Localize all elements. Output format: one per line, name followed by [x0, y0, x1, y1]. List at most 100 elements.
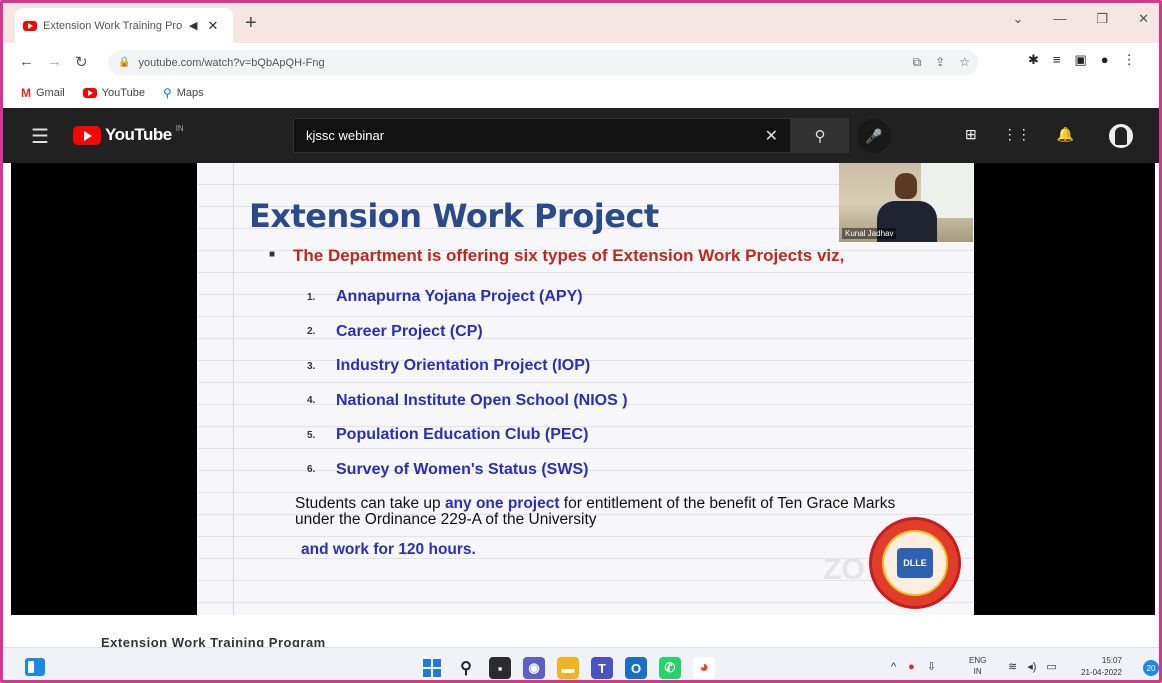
presenter-name: Kunal Jadhav	[842, 228, 897, 239]
project-item: 4. National Institute Open School (NIOS )	[307, 384, 628, 419]
search-icon: ⚲	[814, 127, 826, 145]
project-name: Annapurna Yojana Project (APY)	[336, 288, 583, 306]
project-item: 1. Annapurna Yojana Project (APY)	[307, 280, 628, 315]
task-view-icon[interactable]: ▪	[489, 657, 511, 679]
youtube-header-actions: ⊞ ⋮⋮ 🔔	[965, 126, 1074, 143]
video-player[interactable]: Extension Work Project ■ The Department …	[11, 163, 1155, 615]
bullet-icon: ■	[269, 249, 276, 260]
extensions-puzzle-icon[interactable]: ✱	[1028, 52, 1039, 68]
tab-close-button[interactable]: ✕	[207, 18, 218, 34]
wifi-icon[interactable]: ≋	[1008, 660, 1017, 673]
bookmark-maps[interactable]: ⚲ Maps	[163, 86, 204, 100]
clock[interactable]: 15:07 21-04-2022	[1081, 655, 1122, 679]
tab-strip: Extension Work Training Pro ◀ ✕ + ⌄ — ❐ …	[3, 3, 1159, 43]
presenter-camera: Kunal Jadhav	[839, 163, 973, 242]
lang-code: ENG	[969, 656, 987, 665]
address-bar[interactable]: 🔒 youtube.com/watch?v=bQbApQH-Fng ⧉ ⇪ ☆	[108, 50, 978, 75]
menu-kebab-icon[interactable]: ⋮	[1123, 52, 1136, 68]
clock-date: 21-04-2022	[1081, 668, 1122, 677]
browser-toolbar: ← → ↻ 🔒 youtube.com/watch?v=bQbApQH-Fng …	[3, 43, 1159, 81]
project-list: 1. Annapurna Yojana Project (APY) 2. Career…	[307, 280, 628, 487]
tab-search-button[interactable]: ⌄	[1013, 11, 1024, 27]
share-icon[interactable]: ⇪	[935, 55, 945, 70]
bookmark-star-icon[interactable]: ☆	[959, 55, 970, 70]
gmail-icon: M	[21, 86, 31, 100]
youtube-logo[interactable]: YouTube IN	[73, 123, 184, 145]
project-number: 1.	[307, 291, 316, 303]
new-tab-button[interactable]: +	[245, 12, 257, 35]
bookmark-label: YouTube	[101, 87, 145, 99]
outlook-icon[interactable]: O	[625, 657, 647, 679]
notification-badge[interactable]: 20	[1143, 660, 1159, 676]
reload-icon[interactable]: ↻	[75, 53, 88, 71]
usb-icon[interactable]: ⇩	[927, 660, 936, 673]
omnibox-actions: ⧉ ⇪ ☆	[913, 55, 970, 70]
presenter-head	[895, 173, 917, 199]
lock-icon[interactable]: 🔒	[118, 57, 130, 68]
restore-button[interactable]: ❐	[1096, 11, 1108, 27]
bookmark-youtube[interactable]: YouTube	[82, 87, 145, 99]
chevron-up-icon[interactable]: ^	[891, 661, 896, 673]
widgets-icon[interactable]	[25, 658, 45, 676]
region-code: IN	[973, 667, 982, 676]
project-number: 5.	[307, 429, 316, 441]
zoom-watermark: ZO	[823, 553, 865, 586]
project-item: 5. Population Education Club (PEC)	[307, 418, 628, 453]
window-controls: ⌄ — ❐ ✕	[1013, 11, 1149, 27]
university-seal-logo: DLLE	[869, 517, 961, 609]
search-icon[interactable]: ⚲	[455, 657, 477, 679]
note-highlight: any one project	[444, 495, 560, 512]
back-icon[interactable]: ←	[19, 53, 34, 70]
project-name: Industry Orientation Project (IOP)	[336, 357, 591, 375]
file-explorer-icon[interactable]: ▬	[557, 657, 579, 679]
minimize-button[interactable]: —	[1053, 11, 1066, 27]
youtube-favicon-icon	[23, 20, 37, 31]
whatsapp-icon[interactable]: ✆	[659, 657, 681, 679]
hamburger-menu-icon[interactable]: ☰	[31, 124, 49, 149]
voice-search-icon[interactable]: 🎤	[857, 119, 891, 153]
avatar[interactable]	[1107, 122, 1135, 150]
country-code: IN	[175, 123, 184, 133]
project-name: Survey of Women's Status (SWS)	[336, 460, 589, 478]
side-panel-icon[interactable]: ▣	[1075, 52, 1087, 68]
language-indicator[interactable]: ENG IN	[969, 655, 986, 677]
url-text[interactable]: youtube.com/watch?v=bQbApQH-Fng	[138, 57, 324, 69]
forward-icon[interactable]: →	[47, 53, 62, 70]
start-button[interactable]	[421, 657, 443, 679]
youtube-play-icon	[73, 125, 101, 145]
slide-margin-line	[233, 163, 234, 615]
project-number: 2.	[307, 326, 316, 338]
clear-search-icon[interactable]: ✕	[765, 126, 778, 146]
bookmark-gmail[interactable]: M Gmail	[21, 86, 65, 100]
seal-core: DLLE	[897, 548, 933, 578]
project-number: 4.	[307, 395, 316, 407]
youtube-icon	[82, 88, 97, 98]
install-app-icon[interactable]: ⧉	[913, 55, 922, 70]
apps-grid-icon[interactable]: ⋮⋮	[1003, 126, 1031, 143]
close-window-button[interactable]: ✕	[1138, 11, 1149, 27]
project-name: Career Project (CP)	[336, 322, 483, 340]
create-icon[interactable]: ⊞	[965, 126, 977, 143]
browser-tab[interactable]: Extension Work Training Pro ◀ ✕	[15, 8, 233, 43]
taskbar-apps: ⚲ ▪ ◉ ▬ T O ✆ ◕	[421, 657, 715, 679]
clock-time: 15:07	[1101, 656, 1122, 665]
antivirus-icon[interactable]: ●	[908, 661, 915, 673]
notifications-bell-icon[interactable]: 🔔	[1057, 126, 1074, 143]
system-tray: ^ ● ⇩	[891, 660, 936, 674]
speaker-icon[interactable]: ◀	[189, 19, 197, 32]
chrome-icon[interactable]: ◕	[693, 657, 715, 679]
seal-inner: DLLE	[882, 530, 948, 596]
profile-icon[interactable]: ●	[1101, 52, 1109, 68]
extension-icons: ✱ ≡ ▣ ● ⋮	[1028, 52, 1136, 68]
search-button[interactable]: ⚲	[791, 118, 849, 153]
youtube-search-input[interactable]: kjssc webinar ✕	[293, 118, 791, 153]
chat-icon[interactable]: ◉	[523, 657, 545, 679]
search-value[interactable]: kjssc webinar	[306, 128, 765, 143]
reading-list-icon[interactable]: ≡	[1053, 52, 1061, 68]
battery-icon[interactable]: ▭	[1046, 660, 1056, 673]
windows-taskbar: ⚲ ▪ ◉ ▬ T O ✆ ◕ ^ ● ⇩ ENG IN ≋ ◂) ▭ 15:07…	[3, 647, 1159, 680]
youtube-header: ☰ YouTube IN kjssc webinar ✕ ⚲ 🎤 ⊞ ⋮⋮ 🔔	[3, 108, 1159, 163]
teams-icon[interactable]: T	[591, 657, 613, 679]
project-name: Population Education Club (PEC)	[336, 426, 589, 444]
volume-icon[interactable]: ◂)	[1027, 660, 1036, 673]
